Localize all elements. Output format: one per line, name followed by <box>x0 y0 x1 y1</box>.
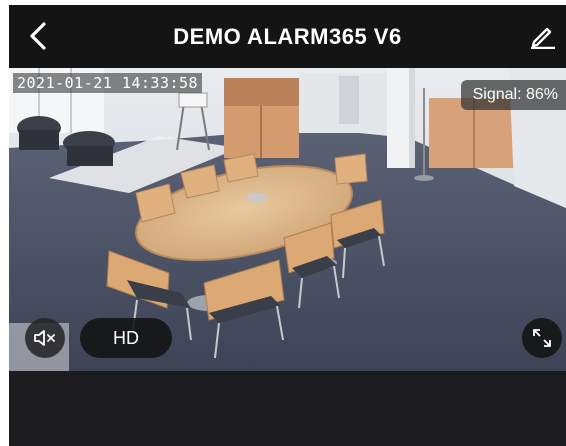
video-timestamp: 2021-01-21 14:33:58 <box>13 73 203 93</box>
back-button[interactable] <box>23 19 53 53</box>
bottom-controls-panel <box>9 371 566 446</box>
signal-strength-badge: Signal: 86% <box>460 80 566 110</box>
mute-toggle-button[interactable] <box>25 318 65 358</box>
camera-view-screen: DEMO ALARM365 V6 2021-01-21 14:33:58 Sig… <box>9 5 566 446</box>
live-video-feed[interactable]: 2021-01-21 14:33:58 Signal: 86% HD <box>9 68 566 371</box>
fullscreen-icon <box>533 329 551 347</box>
video-quality-button[interactable]: HD <box>80 318 172 358</box>
top-bar: DEMO ALARM365 V6 <box>9 5 566 68</box>
pencil-icon <box>531 27 555 49</box>
page-title: DEMO ALARM365 V6 <box>173 23 402 49</box>
chevron-left-icon <box>30 22 46 50</box>
fullscreen-button[interactable] <box>522 318 562 358</box>
speaker-muted-icon <box>34 330 55 346</box>
edit-button[interactable] <box>528 21 558 51</box>
